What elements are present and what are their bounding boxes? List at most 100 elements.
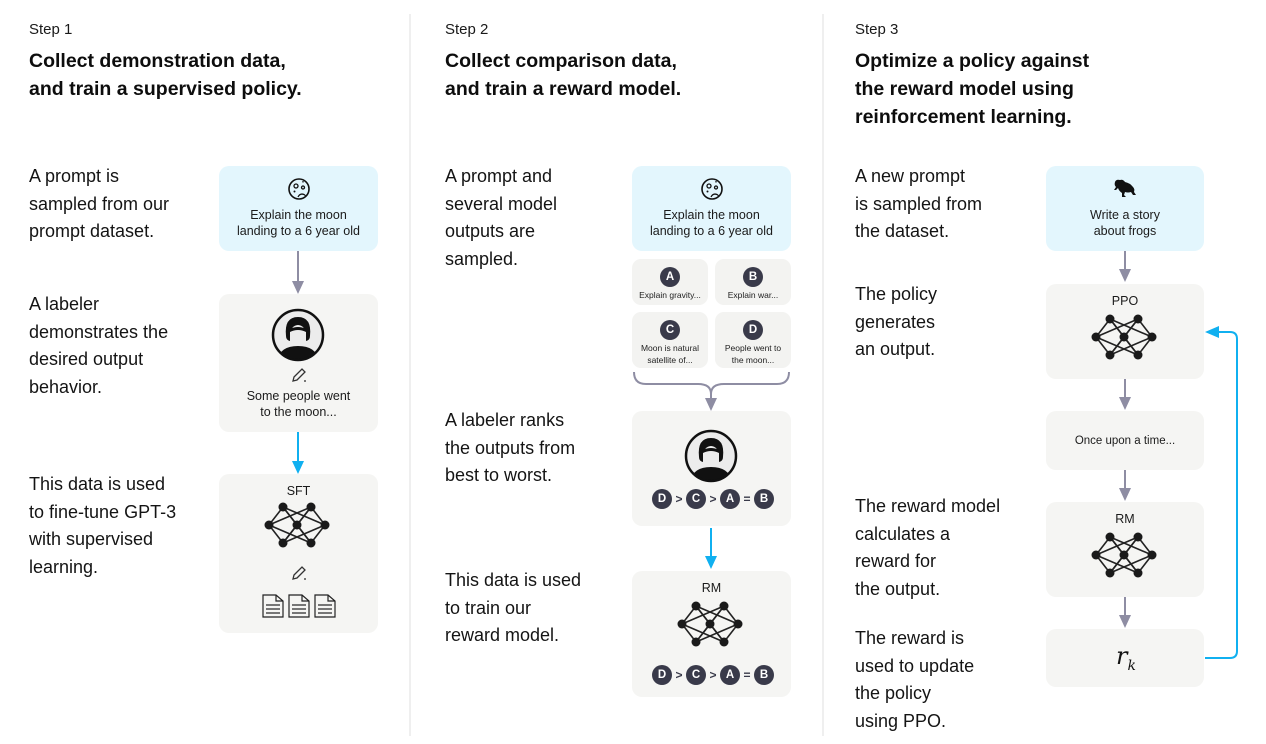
network-node <box>1105 350 1115 360</box>
model-title: PPO <box>1111 294 1139 308</box>
network-node <box>1119 332 1129 342</box>
step-1-description-labeler: A labeler demonstrates the desired output b… <box>29 294 169 397</box>
network-node <box>306 538 316 548</box>
gray-arrow <box>1119 597 1131 628</box>
ranking-order: D > C > A = B <box>652 665 774 685</box>
moon-icon <box>701 178 723 200</box>
step-2-description-train: This data is used to train our reward mode… <box>445 570 582 645</box>
output-card-c: C Moon is natural satellite of... <box>632 312 708 368</box>
reward-symbol: rk <box>1116 642 1136 674</box>
network-node <box>264 520 274 530</box>
output-badge: D <box>743 320 763 340</box>
neural-network-icon <box>264 502 330 548</box>
network-node <box>1133 568 1143 578</box>
output-card-b: B Explain war... <box>715 259 791 305</box>
rank-badge: D <box>652 665 672 685</box>
step-1-labeler-card: Some people went to the moon... <box>219 294 378 432</box>
prompt-text: Explain the moon landing to a 6 year old <box>649 208 773 238</box>
network-node <box>1091 550 1101 560</box>
step-1-description-prompt: A prompt is sampled from our prompt datase… <box>29 166 170 241</box>
gray-arrow <box>1119 470 1131 501</box>
labeler-avatar <box>684 429 738 483</box>
step-3-label: Step 3 <box>855 21 899 38</box>
neural-network-icon <box>1091 532 1157 578</box>
model-title: SFT <box>286 484 311 498</box>
step-3-reward-card: rk <box>1046 629 1204 687</box>
step-3-output-card: Once upon a time... <box>1046 411 1204 470</box>
network-node <box>719 637 729 647</box>
pencil-icon <box>292 566 306 580</box>
output-text: Once upon a time... <box>1074 435 1176 447</box>
document-icon <box>262 594 284 618</box>
network-node <box>292 520 302 530</box>
step-2-reward-model-card: RM D > C > A = B <box>632 571 791 697</box>
step-3-reward-model-card: RM <box>1046 502 1204 597</box>
network-node <box>733 619 743 629</box>
rank-badge: C <box>686 489 706 509</box>
rank-badge: D <box>652 489 672 509</box>
output-badge: A <box>660 267 680 287</box>
output-badge: C <box>660 320 680 340</box>
network-node <box>1105 532 1115 542</box>
labeler-avatar <box>271 308 325 362</box>
network-node <box>691 637 701 647</box>
network-node <box>691 601 701 611</box>
step-3-policy-card: PPO <box>1046 284 1204 379</box>
step-3-description-policy: The policy generates an output. <box>855 284 938 359</box>
output-card-a: A Explain gravity... <box>632 259 708 305</box>
network-node <box>306 502 316 512</box>
step-1-label: Step 1 <box>29 21 73 38</box>
step-2-description-sample: A prompt and several model outputs are samp… <box>445 166 558 269</box>
step-2-title: Collect comparison data, and train a rewa… <box>445 50 682 100</box>
gray-arrow <box>1119 251 1131 282</box>
step-3-title: Optimize a policy against the reward mode… <box>855 50 1090 128</box>
step-2-prompt-card: Explain the moon landing to a 6 year old <box>632 166 791 251</box>
step-1-prompt-card: Explain the moon landing to a 6 year old <box>219 166 378 251</box>
network-node <box>1091 332 1101 342</box>
step-2-label: Step 2 <box>445 21 489 38</box>
prompt-text: Explain the moon landing to a 6 year old <box>236 208 360 238</box>
document-icons <box>262 594 336 618</box>
network-node <box>719 601 729 611</box>
column-divider-2 <box>822 14 824 736</box>
network-node <box>1105 314 1115 324</box>
network-node <box>1119 550 1129 560</box>
rank-badge: B <box>754 665 774 685</box>
blue-arrow <box>292 432 304 474</box>
step-1-sft-card: SFT <box>219 474 378 633</box>
network-node <box>1133 350 1143 360</box>
network-node <box>278 502 288 512</box>
network-node <box>1133 314 1143 324</box>
output-card-d: D People went to the moon... <box>715 312 791 368</box>
step-3-description-update: The reward is used to update the policy usi… <box>855 628 975 731</box>
step-3-prompt-card: Write a story about frogs <box>1046 166 1204 251</box>
merge-bracket-arrow <box>633 371 790 411</box>
output-badge: B <box>743 267 763 287</box>
step-1-description-finetune: This data is used to fine-tune GPT-3 with … <box>29 474 177 577</box>
network-node <box>1133 532 1143 542</box>
neural-network-icon <box>1091 314 1157 360</box>
step-1-title: Collect demonstration data, and train a … <box>29 50 302 100</box>
column-divider-1 <box>409 14 411 736</box>
network-node <box>320 520 330 530</box>
model-title: RM <box>701 581 722 595</box>
document-icon <box>288 594 310 618</box>
demonstration-text: Some people went to the moon... <box>246 389 351 419</box>
step-2-description-rank: A labeler ranks the outputs from best to w… <box>445 410 576 485</box>
rank-badge: A <box>720 665 740 685</box>
step-2-ranking-card: D > C > A = B <box>632 411 791 526</box>
model-title: RM <box>1115 512 1135 526</box>
document-icon <box>314 594 336 618</box>
network-node <box>1147 550 1157 560</box>
network-node <box>677 619 687 629</box>
network-node <box>1105 568 1115 578</box>
blue-arrow <box>705 528 717 569</box>
frog-icon <box>1114 179 1136 197</box>
moon-icon <box>288 178 310 200</box>
feedback-loop-arrow <box>1205 326 1238 659</box>
prompt-text: Write a story about frogs <box>1090 208 1160 238</box>
network-node <box>1147 332 1157 342</box>
step-3-description-reward-model: The reward model calculates a reward for th… <box>855 496 1001 599</box>
gray-arrow <box>292 251 304 294</box>
ranking-order: D > C > A = B <box>652 489 774 509</box>
